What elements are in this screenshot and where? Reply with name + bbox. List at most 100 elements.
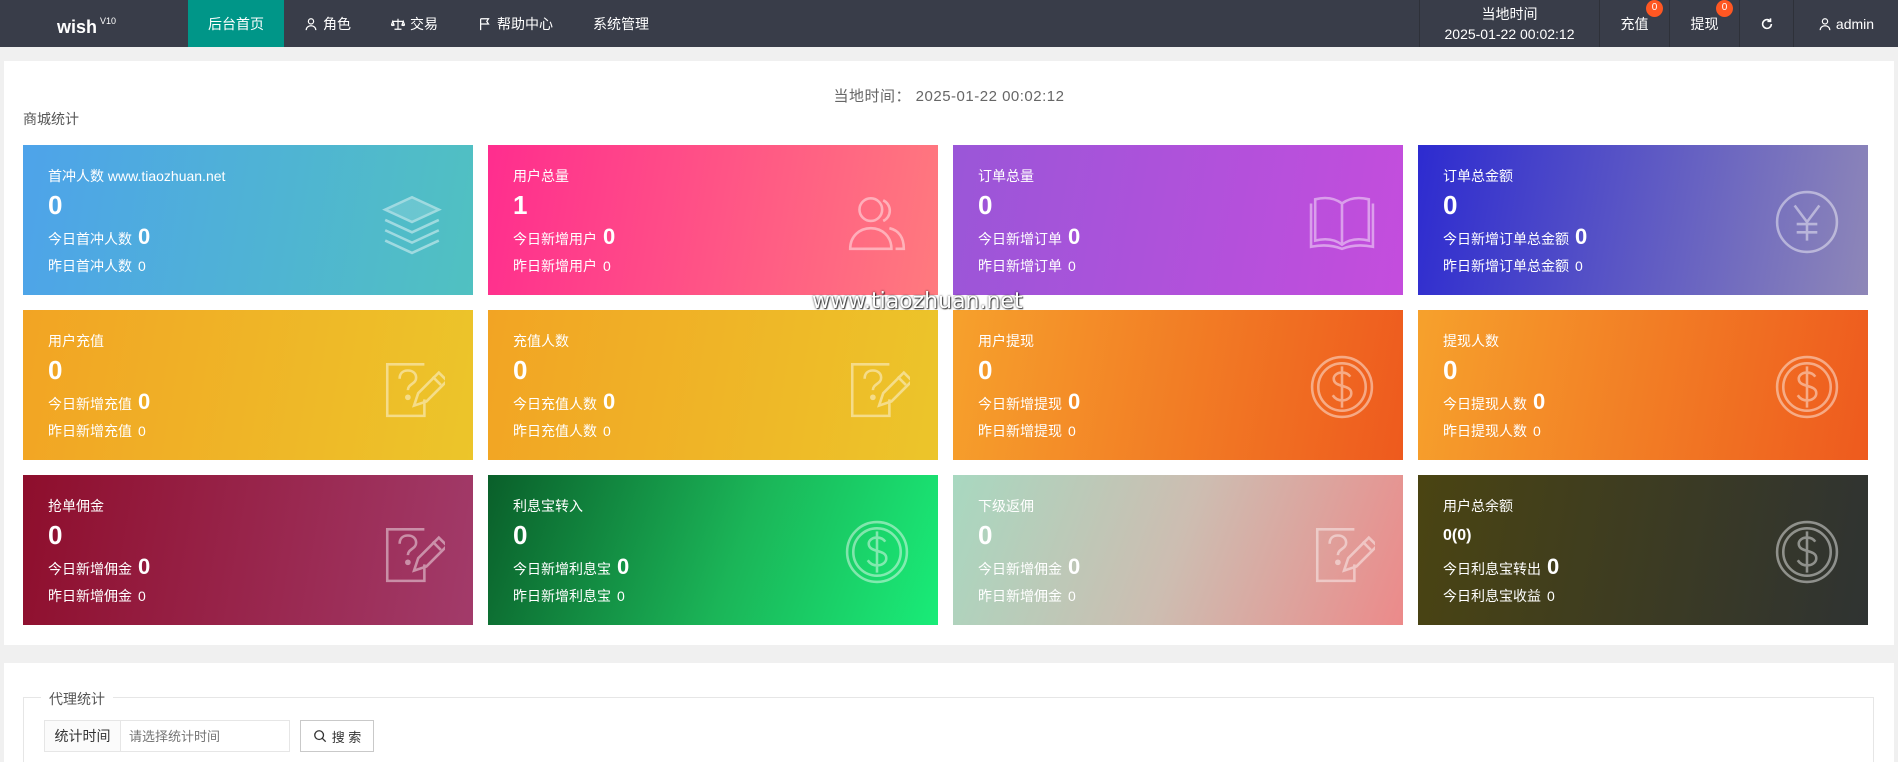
card-yesterday-value: 0 xyxy=(1547,588,1555,604)
logo-text: wish xyxy=(57,17,98,37)
card-yesterday-row: 今日利息宝收益 0 xyxy=(1443,581,1843,611)
card-yesterday-row: 昨日新增充值 0 xyxy=(48,416,448,446)
card-yesterday-row: 昨日新增用户 0 xyxy=(513,251,913,281)
agent-stats-panel: 代理统计 统计时间 搜 索 xyxy=(4,663,1894,762)
local-time-text: 当地时间： 2025-01-22 00:02:12 xyxy=(833,88,1065,105)
stat-card-withdraw-users: 提现人数 0 今日提现人数 0 昨日提现人数 0 xyxy=(1418,310,1868,460)
stat-card-sub-rebate: 下级返佣 0 今日新增佣金 0 昨日新增佣金 0 xyxy=(953,475,1403,625)
stat-time-label: 统计时间 xyxy=(45,721,121,751)
card-yesterday-label: 昨日新增充值 xyxy=(48,423,132,439)
card-today-label: 今日利息宝转出 xyxy=(1443,561,1541,577)
card-today-value: 0 xyxy=(138,554,151,579)
card-yesterday-label: 昨日新增订单 xyxy=(978,258,1062,274)
card-yesterday-label: 昨日首冲人数 xyxy=(48,258,132,274)
card-yesterday-value: 0 xyxy=(1068,588,1076,604)
book-icon xyxy=(1309,189,1375,255)
card-today-label: 今日新增订单 xyxy=(978,231,1062,247)
withdraw-label: 提现 xyxy=(1690,15,1719,32)
card-yesterday-row: 昨日新增订单 0 xyxy=(978,251,1378,281)
admin-menu[interactable]: admin xyxy=(1793,0,1898,47)
dollar-icon xyxy=(1774,519,1840,585)
card-title: 订单总量 xyxy=(978,168,1034,184)
card-today-label: 今日提现人数 xyxy=(1443,396,1527,412)
nav-item-label: 系统管理 xyxy=(593,15,649,32)
card-yesterday-value: 0 xyxy=(1068,258,1076,274)
stat-card-total-balance: 用户总余额 0(0) 今日利息宝转出 0 今日利息宝收益 0 xyxy=(1418,475,1868,625)
yen-icon xyxy=(1774,189,1840,255)
stat-card-interest-in: 利息宝转入 0 今日新增利息宝 0 昨日新增利息宝 0 xyxy=(488,475,938,625)
refresh-button[interactable] xyxy=(1739,0,1793,47)
card-yesterday-label: 昨日充值人数 xyxy=(513,423,597,439)
main-nav: 后台首页 角色 交易 帮助中心 系统管理 xyxy=(188,0,669,47)
stat-time-group: 统计时间 xyxy=(44,720,290,752)
search-label: 搜 索 xyxy=(331,729,362,745)
nav-item-system[interactable]: 系统管理 xyxy=(573,0,669,47)
stats-cards: 首冲人数 www.tiaozhuan.net 0 今日首冲人数 0 昨日首冲人数 0 用户… xyxy=(23,145,1874,625)
card-today-label: 今日新增提现 xyxy=(978,396,1062,412)
card-yesterday-value: 0 xyxy=(138,258,146,274)
search-icon xyxy=(313,730,326,743)
card-today-label: 今日充值人数 xyxy=(513,396,597,412)
stat-time-input[interactable] xyxy=(121,721,289,751)
card-yesterday-label: 昨日提现人数 xyxy=(1443,423,1527,439)
card-title: 订单总金额 xyxy=(1443,168,1513,184)
stat-card-recharge-users: 充值人数 0 今日充值人数 0 昨日充值人数 0 xyxy=(488,310,938,460)
card-today-label: 今日新增充值 xyxy=(48,396,132,412)
card-today-value: 0 xyxy=(1068,389,1081,414)
card-yesterday-row: 昨日新增订单总金额 0 xyxy=(1443,251,1843,281)
card-yesterday-value: 0 xyxy=(1533,423,1541,439)
edit-question-icon xyxy=(379,354,449,420)
card-title: 充值人数 xyxy=(513,333,569,349)
card-yesterday-row: 昨日提现人数 0 xyxy=(1443,416,1843,446)
card-yesterday-value: 0 xyxy=(138,588,146,604)
card-title: 抢单佣金 xyxy=(48,498,104,514)
nav-item-role[interactable]: 角色 xyxy=(284,0,371,47)
card-yesterday-value: 0 xyxy=(617,588,625,604)
card-today-label: 今日新增佣金 xyxy=(978,561,1062,577)
user-icon xyxy=(1819,17,1831,30)
card-title: 用户提现 xyxy=(978,333,1034,349)
card-today-label: 今日新增用户 xyxy=(513,231,597,247)
card-yesterday-row: 昨日新增佣金 0 xyxy=(978,581,1378,611)
stat-card-first-charge: 首冲人数 www.tiaozhuan.net 0 今日首冲人数 0 昨日首冲人数 0 xyxy=(23,145,473,295)
card-title: 用户充值 xyxy=(48,333,104,349)
card-title: 下级返佣 xyxy=(978,498,1034,514)
nav-item-home[interactable]: 后台首页 xyxy=(188,0,284,47)
withdraw-button[interactable]: 提现 0 xyxy=(1669,0,1739,47)
card-yesterday-value: 0 xyxy=(1068,423,1076,439)
card-today-label: 今日首冲人数 xyxy=(48,231,132,247)
charge-button[interactable]: 充值 0 xyxy=(1599,0,1669,47)
nav-item-label: 帮助中心 xyxy=(497,15,553,32)
stat-card-recharge: 用户充值 0 今日新增充值 0 昨日新增充值 0 xyxy=(23,310,473,460)
scale-icon xyxy=(391,18,405,30)
refresh-icon xyxy=(1761,17,1772,29)
dollar-icon xyxy=(1774,354,1840,420)
card-today-label: 今日新增订单总金额 xyxy=(1443,231,1569,247)
card-today-label: 今日新增佣金 xyxy=(48,561,132,577)
card-today-value: 0 xyxy=(1068,224,1081,249)
card-yesterday-row: 昨日充值人数 0 xyxy=(513,416,913,446)
top-nav-bar: wish V10 后台首页 角色 交易 帮助中心 系统管理 当地时间 2025-0… xyxy=(0,0,1898,47)
nav-item-trade[interactable]: 交易 xyxy=(371,0,458,47)
stat-card-order-amount: 订单总金额 0 今日新增订单总金额 0 昨日新增订单总金额 0 xyxy=(1418,145,1868,295)
agent-stats-fieldset: 代理统计 统计时间 搜 索 xyxy=(23,689,1874,762)
stat-card-orders: 订单总量 0 今日新增订单 0 昨日新增订单 0 xyxy=(953,145,1403,295)
card-yesterday-row: 昨日新增佣金 0 xyxy=(48,581,448,611)
users-icon xyxy=(844,189,910,255)
card-yesterday-value: 0 xyxy=(1575,258,1583,274)
dollar-icon xyxy=(844,519,910,585)
agent-stats-legend: 代理统计 xyxy=(41,689,113,709)
card-yesterday-label: 昨日新增佣金 xyxy=(48,588,132,604)
time-label: 当地时间 xyxy=(1481,5,1538,22)
card-yesterday-row: 昨日首冲人数 0 xyxy=(48,251,448,281)
nav-item-help[interactable]: 帮助中心 xyxy=(458,0,573,47)
app-logo[interactable]: wish V10 xyxy=(0,0,188,47)
edit-question-icon xyxy=(379,519,449,585)
stat-card-withdraw: 用户提现 0 今日新增提现 0 昨日新增提现 0 xyxy=(953,310,1403,460)
withdraw-badge: 0 xyxy=(1716,0,1733,17)
card-today-value: 0 xyxy=(1547,554,1560,579)
nav-item-label: 交易 xyxy=(410,15,438,32)
admin-label: admin xyxy=(1835,15,1875,32)
search-button[interactable]: 搜 索 xyxy=(300,720,374,752)
card-yesterday-label: 昨日新增用户 xyxy=(513,258,597,274)
